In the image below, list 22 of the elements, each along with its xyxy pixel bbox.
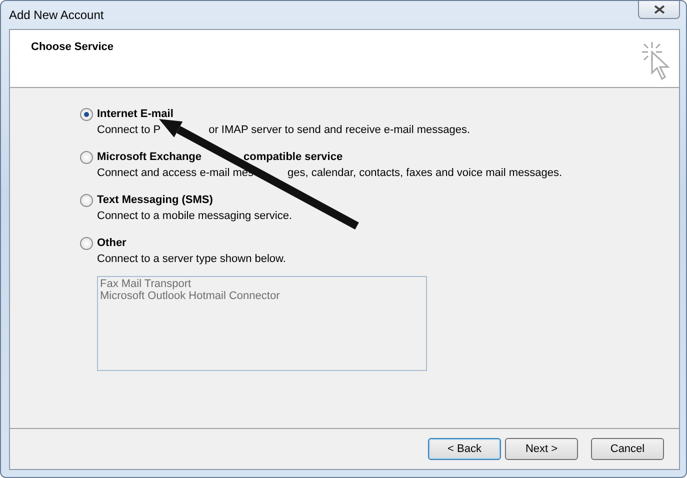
option-description: or IMAP server to send and receive e-mail messages. xyxy=(208,124,470,138)
option-label[interactable]: Internet E-mail xyxy=(97,108,174,120)
dialog-button[interactable]: < Back xyxy=(428,438,501,460)
radio-button[interactable] xyxy=(80,236,93,250)
radio-button[interactable] xyxy=(80,108,93,120)
dialog-button[interactable]: Cancel xyxy=(591,438,664,460)
radio-button[interactable] xyxy=(80,194,93,206)
cursor-click-icon xyxy=(641,41,671,83)
option-description: Connect to P xyxy=(97,124,161,138)
radio-button[interactable] xyxy=(80,150,93,164)
option-label[interactable]: Microsoft Exchange xyxy=(97,151,202,163)
close-button[interactable] xyxy=(638,1,680,19)
window-title: Add New Account xyxy=(9,8,104,22)
dialog-button[interactable]: Next > xyxy=(505,438,578,460)
option-description: Connect to a mobile messaging service. xyxy=(97,210,292,224)
option-label[interactable]: compatible service xyxy=(244,151,343,163)
option-description: Connect to a server type shown below. xyxy=(97,253,286,267)
option-label[interactable]: Text Messaging (SMS) xyxy=(97,194,213,206)
option-description: ges, calendar, contacts, faxes and voice mail messages. xyxy=(288,167,562,181)
option-label[interactable]: Other xyxy=(97,237,126,249)
page-heading: Choose Service xyxy=(31,41,114,55)
close-icon xyxy=(654,5,664,14)
